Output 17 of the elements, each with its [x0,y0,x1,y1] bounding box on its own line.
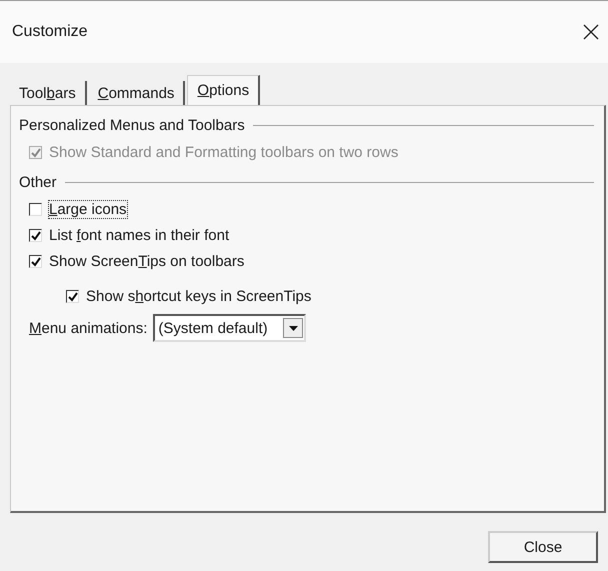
checkbox-label[interactable]: Show ScreenTips on toolbars [49,253,244,270]
group-heading: Other [19,174,57,190]
checkbox[interactable] [29,255,42,268]
checkbox[interactable] [66,290,79,303]
window-title: Customize [12,23,88,41]
checkbox-label[interactable]: Show shortcut keys in ScreenTips [86,288,312,305]
checkbox[interactable] [29,203,42,216]
caret-icon[interactable] [283,318,304,338]
checkbox[interactable] [29,229,42,242]
checkbox-label[interactable]: List font names in their font [49,227,230,244]
group-heading: Personalized Menus and Toolbars [19,116,245,134]
dropdown[interactable]: (System default) [153,314,306,342]
close-button[interactable]: Close [488,531,598,563]
tab[interactable]: Options [187,75,260,105]
dropdown-label: Menu animations: [29,320,148,336]
checkbox-label[interactable]: Large icons [49,201,127,218]
close-icon[interactable] [582,23,600,41]
